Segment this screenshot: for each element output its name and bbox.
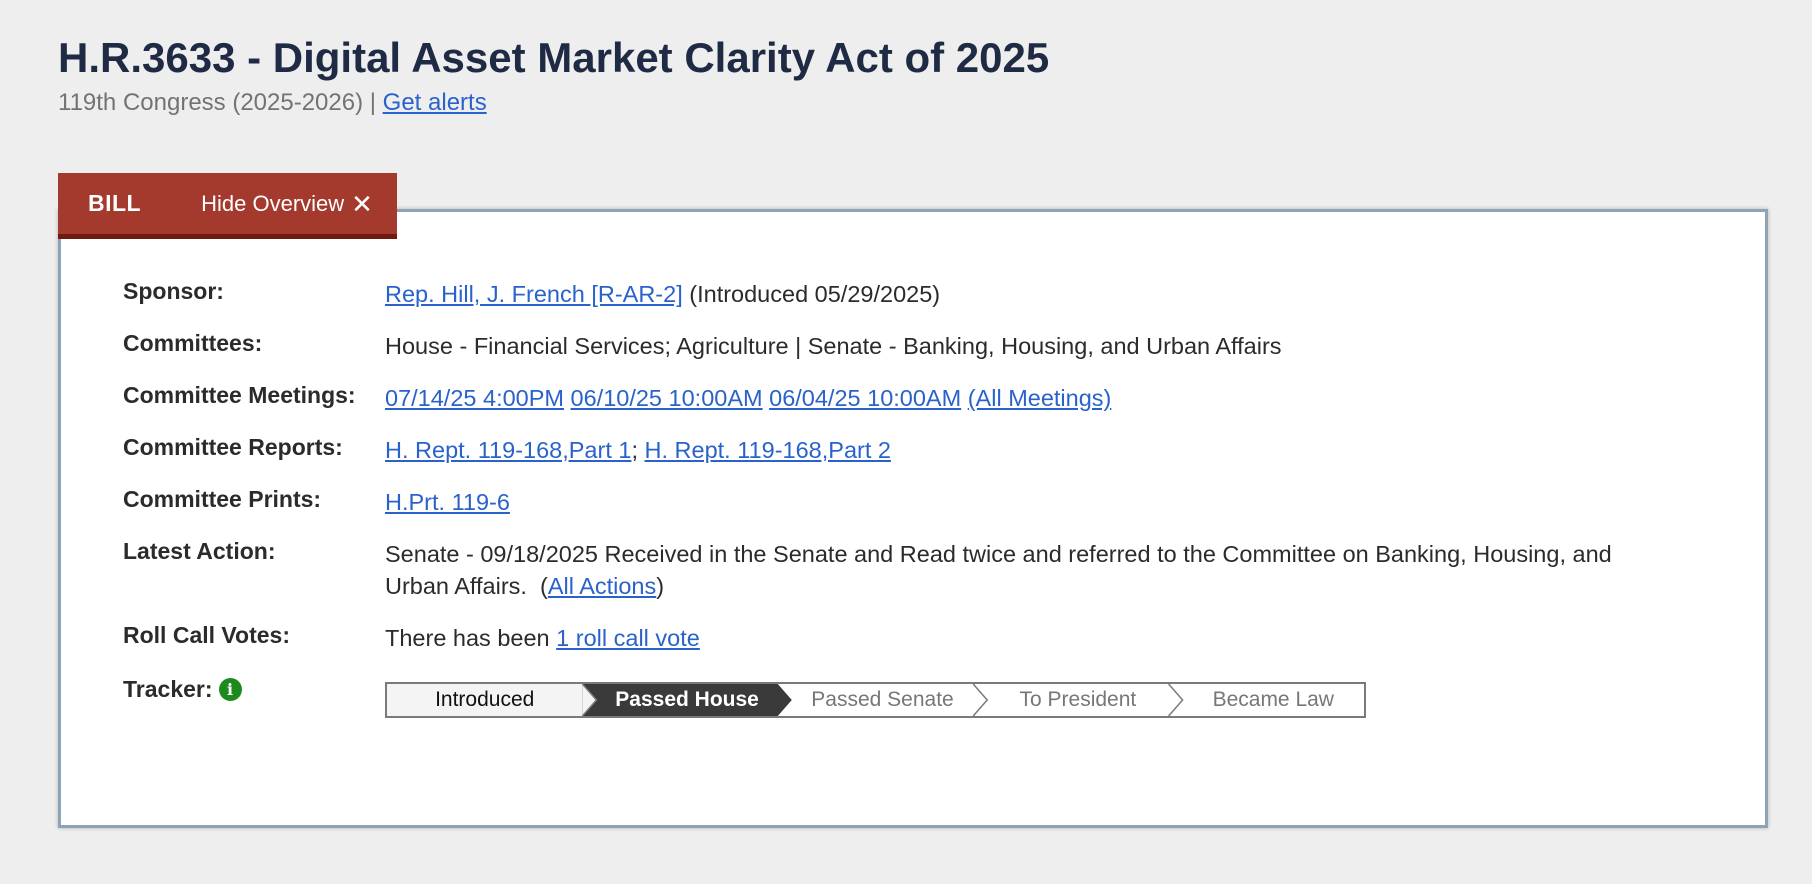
all-meetings-link[interactable]: (All Meetings) — [968, 385, 1112, 411]
bill-overview-panel: Sponsor: Rep. Hill, J. French [R-AR-2] (… — [58, 209, 1768, 828]
sponsor-label: Sponsor: — [123, 278, 224, 304]
bill-status-tracker: Introduced Passed House Passed Senate To Pr… — [385, 682, 1366, 718]
committee-meetings-value: 07/14/25 4:00PM 06/10/25 10:00AM 06/04/2… — [385, 382, 1675, 414]
tracker-label: Tracker: — [123, 676, 213, 702]
roll-call-vote-link[interactable]: 1 roll call vote — [556, 625, 700, 651]
tracker-stage-label: Introduced — [435, 688, 535, 711]
report-separator: ; — [631, 437, 645, 463]
overview-tab-bar: BILL Hide Overview ✕ — [58, 173, 397, 239]
meeting-link[interactable]: 06/04/25 10:00AM — [769, 385, 961, 411]
committee-print-link[interactable]: H.Prt. 119-6 — [385, 489, 510, 515]
committee-reports-value: H. Rept. 119-168,Part 1; H. Rept. 119-16… — [385, 434, 1675, 466]
tracker-stage-label: Became Law — [1212, 688, 1334, 711]
roll-call-text: There has been — [385, 625, 557, 651]
bill-tab[interactable]: BILL — [88, 190, 141, 217]
page-title: H.R.3633 - Digital Asset Market Clarity … — [58, 34, 1050, 81]
info-circle-icon[interactable]: i — [218, 678, 242, 701]
open-paren: ( — [526, 573, 548, 599]
committees-label: Committees: — [123, 330, 263, 356]
hide-overview-button[interactable]: Hide Overview ✕ — [201, 191, 373, 217]
meeting-link[interactable]: 06/10/25 10:00AM — [571, 385, 763, 411]
close-icon: ✕ — [351, 188, 373, 219]
sponsor-value: Rep. Hill, J. French [R-AR-2] (Introduce… — [385, 278, 1675, 310]
hide-overview-label: Hide Overview — [201, 190, 345, 216]
committee-reports-label: Committee Reports: — [123, 434, 343, 460]
all-actions-link[interactable]: All Actions — [548, 573, 656, 599]
committee-meetings-label: Committee Meetings: — [123, 382, 356, 408]
report-link[interactable]: H. Rept. 119-168,Part 1 — [385, 437, 631, 463]
tracker-stage-label: Passed Senate — [811, 688, 954, 711]
sponsor-link[interactable]: Rep. Hill, J. French [R-AR-2] — [385, 281, 683, 307]
roll-call-votes-value: There has been 1 roll call vote — [385, 622, 1675, 654]
congress-text: 119th Congress (2025-2026) | — [58, 89, 383, 116]
meeting-link[interactable]: 07/14/25 4:00PM — [385, 385, 564, 411]
tracker-label-wrap: Tracker: i — [123, 676, 242, 703]
latest-action-value: Senate - 09/18/2025 Received in the Sena… — [385, 538, 1675, 602]
report-link[interactable]: H. Rept. 119-168,Part 2 — [645, 437, 891, 463]
congress-subtitle: 119th Congress (2025-2026) | Get alerts — [58, 89, 487, 117]
committees-value: House - Financial Services; Agriculture … — [385, 333, 1282, 359]
close-paren: ) — [656, 573, 665, 599]
get-alerts-link[interactable]: Get alerts — [383, 89, 487, 116]
committee-prints-value: H.Prt. 119-6 — [385, 486, 1675, 518]
sponsor-introduced-note: (Introduced 05/29/2025) — [682, 281, 941, 307]
roll-call-votes-label: Roll Call Votes: — [123, 622, 290, 648]
tracker-stage-label: To President — [1019, 688, 1137, 711]
tracker-stage-label: Passed House — [615, 688, 759, 711]
committee-prints-label: Committee Prints: — [123, 486, 322, 512]
latest-action-label: Latest Action: — [123, 538, 276, 564]
